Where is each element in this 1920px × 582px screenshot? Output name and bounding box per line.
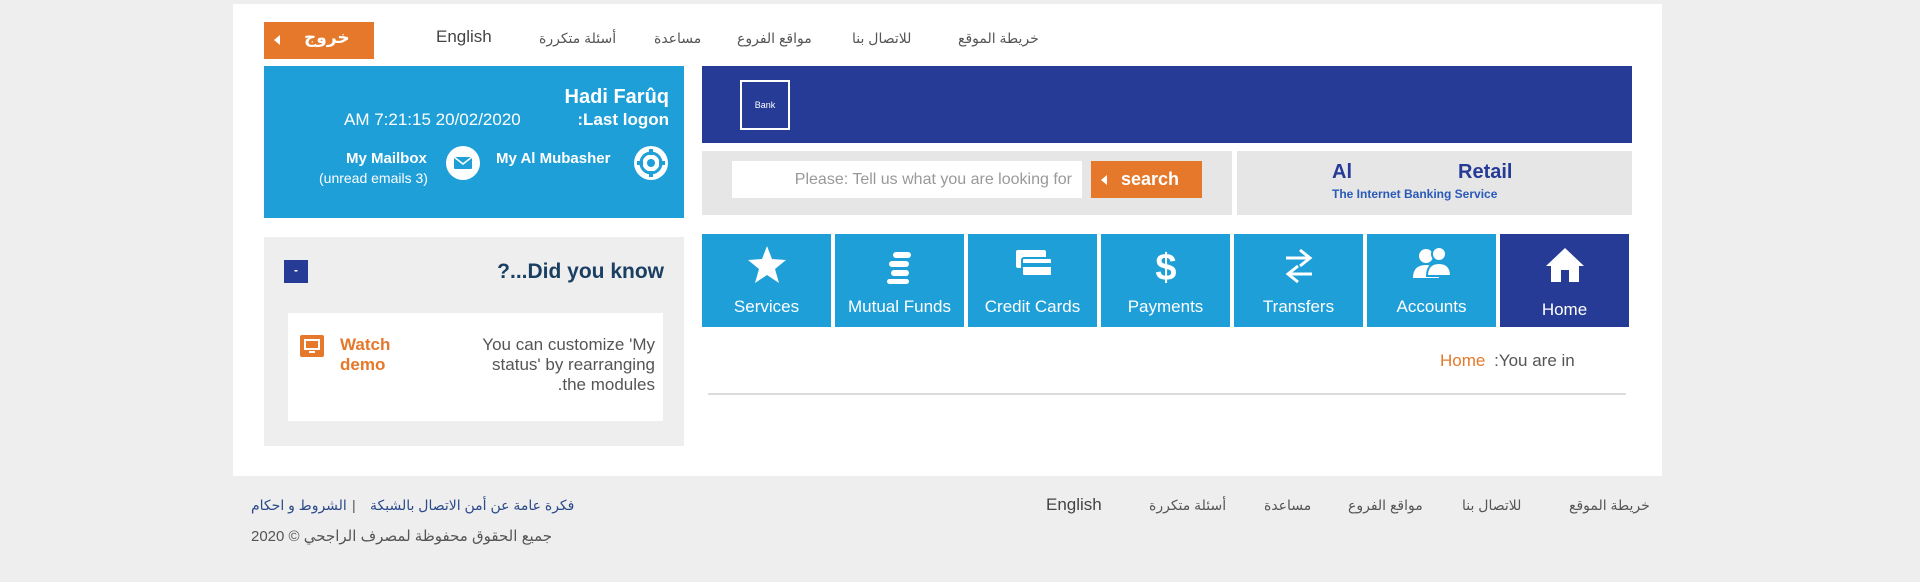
nav-tile-transfers[interactable]: Transfers	[1234, 234, 1363, 327]
transfer-arrows-icon	[1285, 248, 1313, 284]
watch-demo-link[interactable]: Watch demo	[340, 335, 390, 375]
last-logon-value: AM 7:21:15 20/02/2020	[344, 110, 521, 129]
footer-link-faq[interactable]: أسئلة متكررة	[1149, 497, 1226, 514]
nav-tile-label: Payments	[1127, 297, 1204, 316]
user-name: Hadi Farûq	[564, 86, 669, 108]
top-link-english[interactable]: English	[436, 27, 492, 47]
did-you-know-tip: You can customize 'My status' by rearran…	[482, 335, 655, 395]
tip-line2: status' by rearranging	[492, 355, 655, 374]
did-you-know-card: Watch demo You can customize 'My status'…	[288, 313, 663, 421]
search-input[interactable]	[732, 161, 1082, 198]
retail-word-retail: Retail	[1458, 161, 1513, 183]
footer-link-branch-locations[interactable]: مواقع الفروع	[1348, 497, 1423, 514]
mubasher-icon[interactable]	[634, 146, 668, 180]
top-link-help[interactable]: مساعدة	[654, 30, 701, 47]
nav-tile-label: Transfers	[1262, 297, 1335, 316]
watch-demo-line1: Watch	[340, 335, 391, 354]
mailbox-icon[interactable]	[446, 146, 480, 180]
tip-line3: .the modules	[557, 375, 655, 394]
footer-link-site-map[interactable]: خريطة الموقع	[1569, 497, 1650, 514]
nav-tile-label: Accounts	[1396, 297, 1467, 316]
coins-icon	[887, 252, 911, 284]
svg-text:$: $	[1155, 247, 1176, 286]
nav-tile-credit-cards[interactable]: Credit Cards	[968, 234, 1097, 327]
breadcrumb-current[interactable]: Home	[1440, 351, 1485, 370]
search-panel: search	[702, 151, 1232, 215]
top-link-site-map[interactable]: خريطة الموقع	[958, 30, 1039, 47]
breadcrumb-prefix: :You are in	[1494, 351, 1575, 370]
watch-demo-line2: demo	[340, 355, 386, 374]
did-you-know-panel: - ?...Did you know Watch demo You can cu…	[264, 237, 684, 446]
logout-label: خروج	[304, 28, 350, 47]
star-icon	[748, 246, 786, 283]
credit-card-icon	[1016, 250, 1053, 277]
top-link-contact-us[interactable]: للاتصال بنا	[852, 30, 911, 47]
footer-security-overview-link[interactable]: فكرة عامة عن أمن الاتصال بالشبكة	[370, 497, 574, 514]
last-logon-label: :Last logon	[577, 110, 669, 129]
unread-emails-count: (unread emails 3)	[319, 170, 428, 186]
footer-copyright: جميع الحقوق محفوظة لمصرف الراجحي © 2020	[251, 528, 553, 545]
did-you-know-title: ?...Did you know	[497, 260, 664, 283]
users-icon	[1413, 246, 1453, 278]
collapse-button[interactable]: -	[284, 260, 308, 283]
bank-banner: Bank	[702, 66, 1632, 143]
nav-tile-mutual-funds[interactable]: Mutual Funds	[835, 234, 964, 327]
footer-terms-link[interactable]: الشروط و احكام	[251, 497, 347, 514]
caret-left-icon	[274, 35, 280, 45]
dollar-icon: $	[1155, 247, 1176, 286]
top-link-faq[interactable]: أسئلة متكررة	[539, 30, 616, 47]
nav-tile-label: Services	[733, 297, 800, 316]
top-link-branch-locations[interactable]: مواقع الفروع	[737, 30, 812, 47]
content-divider	[708, 393, 1626, 395]
home-icon	[1546, 248, 1584, 282]
nav-tile-payments[interactable]: $ Payments	[1101, 234, 1230, 327]
nav-tile-label: Home	[1541, 300, 1588, 319]
user-info-panel: Hadi Farûq :Last logon AM 7:21:15 20/02/…	[264, 66, 684, 218]
breadcrumb: Home :You are in	[1440, 351, 1575, 371]
retail-logo-panel: Al Retail The Internet Banking Service	[1237, 151, 1632, 215]
mailbox-link[interactable]: My Mailbox	[346, 150, 427, 167]
retail-tagline: The Internet Banking Service	[1332, 187, 1498, 201]
tip-line1: You can customize 'My	[482, 335, 655, 354]
nav-tile-label: Credit Cards	[984, 297, 1081, 316]
footer-link-english[interactable]: English	[1046, 495, 1102, 515]
search-button-label: search	[1121, 169, 1180, 189]
nav-tile-accounts[interactable]: Accounts	[1367, 234, 1496, 327]
footer-separator: |	[352, 497, 356, 513]
footer-link-help[interactable]: مساعدة	[1264, 497, 1311, 514]
monitor-icon	[300, 335, 324, 357]
search-button[interactable]: search	[1091, 161, 1202, 198]
logout-button[interactable]: خروج	[264, 22, 374, 59]
bank-logo[interactable]: Bank	[740, 80, 790, 130]
nav-tile-home[interactable]: Home	[1500, 234, 1629, 327]
footer-link-contact-us[interactable]: للاتصال بنا	[1462, 497, 1521, 514]
retail-word-al: Al	[1332, 161, 1352, 183]
caret-left-icon	[1101, 175, 1107, 185]
nav-tile-services[interactable]: Services	[702, 234, 831, 327]
nav-tile-label: Mutual Funds	[848, 297, 951, 316]
mubasher-link[interactable]: My Al Mubasher	[496, 150, 610, 167]
